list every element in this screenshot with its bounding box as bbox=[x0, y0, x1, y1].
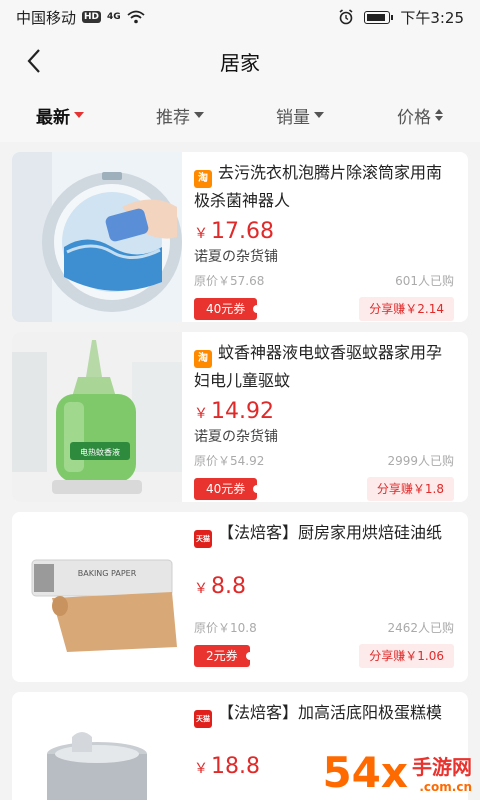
sold-count: 601人已购 bbox=[395, 274, 454, 288]
product-title: 淘蚊香神器液电蚊香驱蚊器家用孕妇电儿童驱蚊 bbox=[194, 343, 443, 390]
product-price: ￥ 14.92 bbox=[194, 399, 274, 424]
coupon-badge[interactable]: 40元券 bbox=[194, 478, 262, 500]
share-earn-button[interactable]: 分享赚￥2.14 bbox=[359, 297, 454, 321]
caret-down-icon bbox=[314, 112, 324, 118]
tmall-badge-icon: 天猫 bbox=[194, 710, 212, 728]
product-title: 天猫 【法焙客】加高活底阳极蛋糕模 bbox=[194, 700, 454, 728]
taobao-badge-icon: 淘 bbox=[194, 170, 212, 188]
sort-tab-label: 价格 bbox=[397, 107, 431, 128]
product-label-text: 电热蚊香液 bbox=[80, 447, 120, 457]
original-price: 原价￥54.92 bbox=[194, 454, 265, 468]
caret-down-icon bbox=[194, 112, 204, 118]
shop-name: 诺夏の杂货铺 bbox=[194, 249, 278, 265]
hd-badge: HD bbox=[82, 11, 102, 23]
sort-bar: 最新 推荐 销量 价格 bbox=[0, 88, 480, 142]
carrier-label: 中国移动 bbox=[16, 8, 77, 27]
sort-tab-newest[interactable]: 最新 bbox=[0, 103, 120, 128]
product-image-mosquito-repellent: 电热蚊香液 bbox=[12, 332, 182, 502]
wifi-icon bbox=[127, 10, 145, 24]
original-price: 原价￥57.68 bbox=[194, 274, 265, 288]
battery-icon bbox=[364, 10, 394, 24]
sort-tab-label: 推荐 bbox=[156, 107, 190, 128]
product-price: ￥ 8.8 bbox=[194, 574, 246, 599]
sort-tab-sales[interactable]: 销量 bbox=[240, 103, 360, 128]
page-title: 居家 bbox=[220, 50, 260, 75]
status-bar: 中国移动 HD 4G 下午3:25 bbox=[0, 0, 480, 34]
product-card[interactable]: BAKING PAPER 天猫 【法焙客】厨房家用烘焙硅油纸 ￥ 8.8 原价￥10… bbox=[12, 512, 468, 682]
product-title: 淘去污洗衣机泡腾片除滚筒家用南极杀菌神器人 bbox=[194, 163, 443, 210]
sold-count: 2462人已购 bbox=[387, 621, 454, 635]
sort-tab-price[interactable]: 价格 bbox=[360, 103, 480, 128]
coupon-badge[interactable]: 40元券 bbox=[194, 298, 262, 320]
caret-down-icon bbox=[74, 112, 84, 118]
product-image-washer bbox=[12, 152, 182, 322]
alarm-icon bbox=[339, 9, 353, 25]
product-card[interactable]: 淘去污洗衣机泡腾片除滚筒家用南极杀菌神器人 ￥ 17.68 诺夏の杂货铺 原价￥5… bbox=[12, 152, 468, 322]
sold-count: 2999人已购 bbox=[387, 454, 454, 468]
sort-tab-recommended[interactable]: 推荐 bbox=[120, 103, 240, 128]
site-watermark-logo: 54ⅹ 手游网 .com.cn bbox=[322, 748, 472, 797]
shop-name: 诺夏の杂货铺 bbox=[194, 429, 278, 445]
tmall-badge-icon: 天猫 bbox=[194, 530, 212, 548]
share-earn-button[interactable]: 分享赚￥1.8 bbox=[366, 477, 454, 501]
network-signal-icon: 4G bbox=[107, 12, 121, 22]
nav-bar: 居家 bbox=[0, 34, 480, 88]
product-card[interactable]: 电热蚊香液 淘蚊香神器液电蚊香驱蚊器家用孕妇电儿童驱蚊 ￥ 14.92 诺夏の杂货… bbox=[12, 332, 468, 502]
sort-updown-icon bbox=[435, 109, 443, 121]
back-button[interactable] bbox=[26, 47, 54, 75]
clock: 下午3:25 bbox=[400, 8, 464, 27]
coupon-badge[interactable]: 2元券 bbox=[194, 645, 254, 667]
product-label-text: BAKING PAPER bbox=[78, 569, 137, 578]
chevron-left-icon bbox=[27, 49, 40, 73]
sort-tab-label: 最新 bbox=[36, 107, 70, 128]
original-price: 原价￥10.8 bbox=[194, 621, 257, 635]
product-image-baking-paper: BAKING PAPER bbox=[12, 512, 182, 682]
product-price: ￥ 17.68 bbox=[194, 219, 274, 244]
share-earn-button[interactable]: 分享赚￥1.06 bbox=[359, 644, 454, 668]
sort-tab-label: 销量 bbox=[276, 107, 310, 128]
taobao-badge-icon: 淘 bbox=[194, 350, 212, 368]
product-image-cake-mold bbox=[12, 692, 182, 800]
product-title: 天猫 【法焙客】厨房家用烘焙硅油纸 bbox=[194, 520, 454, 548]
